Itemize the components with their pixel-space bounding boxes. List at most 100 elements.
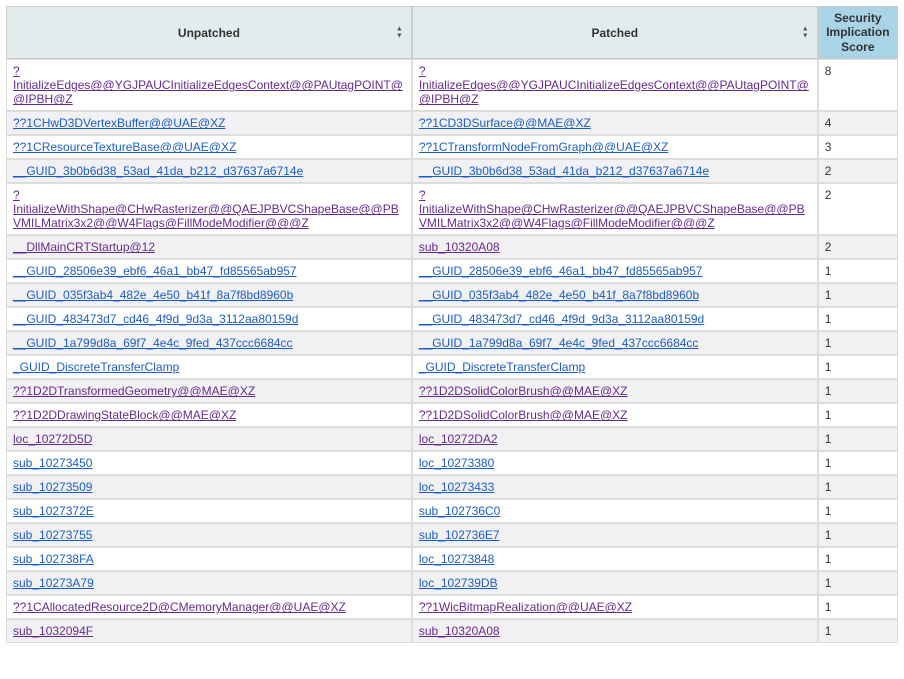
cell-unpatched: ??1CResourceTextureBase@@UAE@XZ — [6, 135, 412, 159]
cell-score: 4 — [818, 111, 898, 135]
unpatched-link[interactable]: ??1CHwD3DVertexBuffer@@UAE@XZ — [13, 116, 225, 130]
patched-link[interactable]: __GUID_035f3ab4_482e_4e50_b41f_8a7f8bd89… — [419, 288, 699, 302]
unpatched-link[interactable]: ?InitializeEdges@@YGJPAUCInitializeEdges… — [13, 64, 403, 106]
sort-icon[interactable]: ▲▼ — [802, 26, 809, 39]
unpatched-link[interactable]: _GUID_DiscreteTransferClamp — [13, 360, 179, 374]
table-body: ?InitializeEdges@@YGJPAUCInitializeEdges… — [6, 59, 898, 643]
patched-link[interactable]: loc_10272DA2 — [419, 432, 498, 446]
cell-score: 1 — [818, 619, 898, 643]
cell-patched: ?InitializeWithShape@CHwRasterizer@@QAEJ… — [412, 183, 818, 235]
unpatched-link[interactable]: sub_1027372E — [13, 504, 94, 518]
unpatched-link[interactable]: sub_102738FA — [13, 552, 94, 566]
unpatched-link[interactable]: sub_10273509 — [13, 480, 92, 494]
patched-link[interactable]: ??1CD3DSurface@@MAE@XZ — [419, 116, 591, 130]
cell-unpatched: __DllMainCRTStartup@12 — [6, 235, 412, 259]
column-header-score[interactable]: Security Implication Score — [818, 6, 898, 59]
cell-patched: sub_10320A08 — [412, 235, 818, 259]
unpatched-link[interactable]: sub_10273450 — [13, 456, 92, 470]
cell-patched: __GUID_483473d7_cd46_4f9d_9d3a_3112aa801… — [412, 307, 818, 331]
diff-function-table: Unpatched ▲▼ Patched ▲▼ Security Implica… — [6, 6, 898, 643]
unpatched-link[interactable]: __GUID_035f3ab4_482e_4e50_b41f_8a7f8bd89… — [13, 288, 293, 302]
table-row: __GUID_035f3ab4_482e_4e50_b41f_8a7f8bd89… — [6, 283, 898, 307]
unpatched-link[interactable]: __GUID_3b0b6d38_53ad_41da_b212_d37637a67… — [13, 164, 303, 178]
cell-patched: loc_102739DB — [412, 571, 818, 595]
cell-patched: ??1D2DSolidColorBrush@@MAE@XZ — [412, 379, 818, 403]
unpatched-link[interactable]: ??1D2DTransformedGeometry@@MAE@XZ — [13, 384, 255, 398]
cell-score: 8 — [818, 59, 898, 111]
column-header-label: Patched — [591, 26, 638, 40]
cell-score: 1 — [818, 451, 898, 475]
table-header-row: Unpatched ▲▼ Patched ▲▼ Security Implica… — [6, 6, 898, 59]
unpatched-link[interactable]: __GUID_1a799d8a_69f7_4e4c_9fed_437ccc668… — [13, 336, 293, 350]
cell-patched: __GUID_1a799d8a_69f7_4e4c_9fed_437ccc668… — [412, 331, 818, 355]
cell-unpatched: _GUID_DiscreteTransferClamp — [6, 355, 412, 379]
cell-unpatched: sub_1032094F — [6, 619, 412, 643]
patched-link[interactable]: __GUID_28506e39_ebf6_46a1_bb47_fd85565ab… — [419, 264, 703, 278]
patched-link[interactable]: ??1WicBitmapRealization@@UAE@XZ — [419, 600, 632, 614]
unpatched-link[interactable]: ??1CAllocatedResource2D@CMemoryManager@@… — [13, 600, 346, 614]
patched-link[interactable]: __GUID_483473d7_cd46_4f9d_9d3a_3112aa801… — [419, 312, 704, 326]
patched-link[interactable]: sub_10320A08 — [419, 624, 500, 638]
unpatched-link[interactable]: __GUID_483473d7_cd46_4f9d_9d3a_3112aa801… — [13, 312, 298, 326]
cell-score: 1 — [818, 355, 898, 379]
patched-link[interactable]: __GUID_3b0b6d38_53ad_41da_b212_d37637a67… — [419, 164, 709, 178]
table-row: ??1D2DDrawingStateBlock@@MAE@XZ ??1D2DSol… — [6, 403, 898, 427]
cell-score: 1 — [818, 307, 898, 331]
cell-score: 2 — [818, 159, 898, 183]
table-row: sub_10273509 loc_10273433 1 — [6, 475, 898, 499]
unpatched-link[interactable]: __DllMainCRTStartup@12 — [13, 240, 155, 254]
patched-link[interactable]: loc_10273380 — [419, 456, 494, 470]
patched-link[interactable]: loc_10273433 — [419, 480, 494, 494]
column-header-label: Security Implication Score — [826, 11, 889, 54]
cell-patched: sub_10320A08 — [412, 619, 818, 643]
table-row: sub_102738FAloc_102738481 — [6, 547, 898, 571]
patched-link[interactable]: ??1D2DSolidColorBrush@@MAE@XZ — [419, 384, 628, 398]
table-row: __GUID_3b0b6d38_53ad_41da_b212_d37637a67… — [6, 159, 898, 183]
table-row: sub_10273755 sub_102736E7 1 — [6, 523, 898, 547]
patched-link[interactable]: ??1CTransformNodeFromGraph@@UAE@XZ — [419, 140, 669, 154]
cell-patched: sub_102736C0 — [412, 499, 818, 523]
cell-score: 1 — [818, 259, 898, 283]
patched-link[interactable]: __GUID_1a799d8a_69f7_4e4c_9fed_437ccc668… — [419, 336, 699, 350]
cell-unpatched: sub_10273755 — [6, 523, 412, 547]
table-row: ?InitializeWithShape@CHwRasterizer@@QAEJ… — [6, 183, 898, 235]
cell-patched: __GUID_035f3ab4_482e_4e50_b41f_8a7f8bd89… — [412, 283, 818, 307]
patched-link[interactable]: loc_102739DB — [419, 576, 498, 590]
cell-unpatched: __GUID_483473d7_cd46_4f9d_9d3a_3112aa801… — [6, 307, 412, 331]
patched-link[interactable]: sub_10320A08 — [419, 240, 500, 254]
unpatched-link[interactable]: ?InitializeWithShape@CHwRasterizer@@QAEJ… — [13, 188, 399, 230]
cell-patched: ??1CD3DSurface@@MAE@XZ — [412, 111, 818, 135]
unpatched-link[interactable]: sub_10273755 — [13, 528, 92, 542]
cell-patched: ??1CTransformNodeFromGraph@@UAE@XZ — [412, 135, 818, 159]
cell-score: 3 — [818, 135, 898, 159]
cell-patched: __GUID_3b0b6d38_53ad_41da_b212_d37637a67… — [412, 159, 818, 183]
cell-patched: _GUID_DiscreteTransferClamp — [412, 355, 818, 379]
unpatched-link[interactable]: loc_10272D5D — [13, 432, 92, 446]
patched-link[interactable]: ?InitializeEdges@@YGJPAUCInitializeEdges… — [419, 64, 809, 106]
cell-score: 1 — [818, 475, 898, 499]
unpatched-link[interactable]: ??1D2DDrawingStateBlock@@MAE@XZ — [13, 408, 236, 422]
unpatched-link[interactable]: __GUID_28506e39_ebf6_46a1_bb47_fd85565ab… — [13, 264, 297, 278]
unpatched-link[interactable]: ??1CResourceTextureBase@@UAE@XZ — [13, 140, 236, 154]
patched-link[interactable]: loc_10273848 — [419, 552, 494, 566]
unpatched-link[interactable]: sub_1032094F — [13, 624, 93, 638]
cell-patched: ??1WicBitmapRealization@@UAE@XZ — [412, 595, 818, 619]
cell-score: 1 — [818, 523, 898, 547]
cell-patched: loc_10273433 — [412, 475, 818, 499]
patched-link[interactable]: sub_102736E7 — [419, 528, 500, 542]
patched-link[interactable]: ?InitializeWithShape@CHwRasterizer@@QAEJ… — [419, 188, 805, 230]
cell-unpatched: sub_10273509 — [6, 475, 412, 499]
table-row: _GUID_DiscreteTransferClamp _GUID_Discret… — [6, 355, 898, 379]
cell-unpatched: ??1D2DTransformedGeometry@@MAE@XZ — [6, 379, 412, 403]
patched-link[interactable]: ??1D2DSolidColorBrush@@MAE@XZ — [419, 408, 628, 422]
patched-link[interactable]: _GUID_DiscreteTransferClamp — [419, 360, 585, 374]
cell-score: 2 — [818, 183, 898, 235]
patched-link[interactable]: sub_102736C0 — [419, 504, 500, 518]
unpatched-link[interactable]: sub_10273A79 — [13, 576, 94, 590]
sort-icon[interactable]: ▲▼ — [396, 26, 403, 39]
table-row: sub_1027372Esub_102736C01 — [6, 499, 898, 523]
table-row: __GUID_483473d7_cd46_4f9d_9d3a_3112aa801… — [6, 307, 898, 331]
column-header-patched[interactable]: Patched ▲▼ — [412, 6, 818, 59]
column-header-unpatched[interactable]: Unpatched ▲▼ — [6, 6, 412, 59]
cell-patched: loc_10272DA2 — [412, 427, 818, 451]
